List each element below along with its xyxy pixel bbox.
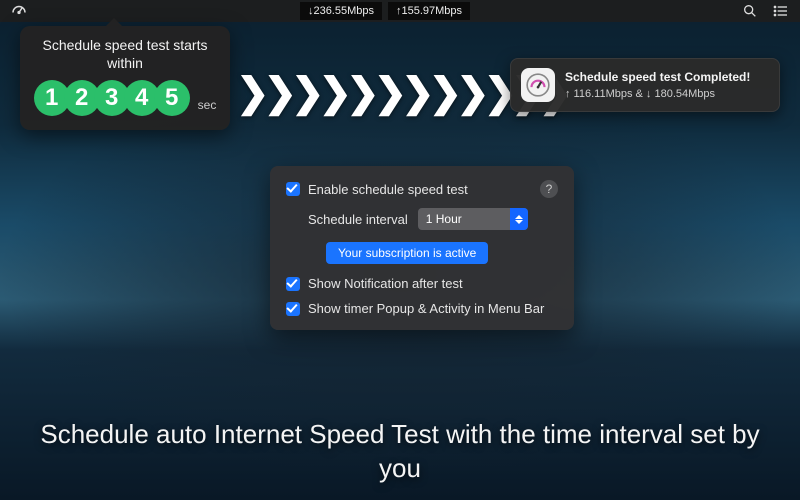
countdown-title: Schedule speed test starts within: [30, 36, 220, 72]
show-timer-checkbox[interactable]: [286, 302, 300, 316]
list-icon[interactable]: [772, 3, 790, 19]
subscription-status-button[interactable]: Your subscription is active: [326, 242, 488, 264]
chevron-right-icon: ❯: [236, 70, 264, 116]
enable-schedule-checkbox[interactable]: [286, 182, 300, 196]
interval-row: Schedule interval 1 Hour: [286, 208, 558, 230]
chevron-right-icon: ❯: [319, 70, 347, 116]
notification-subtitle: ↑ 116.11Mbps & ↓ 180.54Mbps: [565, 88, 769, 100]
marketing-tagline: Schedule auto Internet Speed Test with t…: [0, 418, 800, 486]
countdown-digit: 5: [154, 80, 190, 116]
chevron-down-icon: [515, 220, 523, 224]
countdown-digits: 1 2 3 4 5 sec: [30, 80, 220, 116]
notification-title: Schedule speed test Completed!: [565, 70, 769, 84]
chevron-right-icon: ❯: [429, 70, 457, 116]
show-notification-checkbox[interactable]: [286, 277, 300, 291]
interval-value: 1 Hour: [418, 212, 510, 226]
menubar-right: [742, 3, 790, 19]
completion-notification[interactable]: Schedule speed test Completed! ↑ 116.11M…: [510, 58, 780, 112]
show-notification-label: Show Notification after test: [308, 276, 463, 291]
notification-body: Schedule speed test Completed! ↑ 116.11M…: [565, 70, 769, 100]
settings-panel: Enable schedule speed test ? Schedule in…: [270, 166, 574, 330]
select-stepper-icon: [510, 208, 528, 230]
chevron-right-icon: ❯: [484, 70, 512, 116]
enable-schedule-label: Enable schedule speed test: [308, 182, 468, 197]
interval-label: Schedule interval: [308, 212, 408, 227]
countdown-popup: Schedule speed test starts within 1 2 3 …: [20, 26, 230, 130]
chevron-right-icon: ❯: [264, 70, 292, 116]
chevron-right-icon: ❯: [291, 70, 319, 116]
download-speed-text: ↓236.55Mbps: [308, 3, 374, 19]
countdown-unit: sec: [198, 98, 217, 112]
upload-speed-indicator: ↑155.97Mbps: [388, 2, 470, 20]
search-icon[interactable]: [742, 3, 758, 19]
download-speed-indicator: ↓236.55Mbps: [300, 2, 382, 20]
show-timer-row: Show timer Popup & Activity in Menu Bar: [286, 301, 558, 316]
chevron-right-icon: ❯: [346, 70, 374, 116]
show-notification-row: Show Notification after test: [286, 276, 558, 291]
chevron-up-icon: [515, 215, 523, 219]
chevron-right-icon: ❯: [374, 70, 402, 116]
gauge-icon[interactable]: [10, 2, 28, 20]
help-icon[interactable]: ?: [540, 180, 558, 198]
subscription-row: Your subscription is active: [286, 242, 558, 276]
chevron-right-icon: ❯: [401, 70, 429, 116]
interval-select[interactable]: 1 Hour: [418, 208, 528, 230]
upload-speed-text: ↑155.97Mbps: [396, 3, 462, 19]
show-timer-label: Show timer Popup & Activity in Menu Bar: [308, 301, 544, 316]
menubar-left: [10, 2, 28, 20]
chevron-right-icon: ❯: [456, 70, 484, 116]
notification-app-icon: [521, 68, 555, 102]
enable-row: Enable schedule speed test ?: [286, 180, 558, 198]
menubar-speeds: ↓236.55Mbps ↑155.97Mbps: [300, 2, 470, 20]
